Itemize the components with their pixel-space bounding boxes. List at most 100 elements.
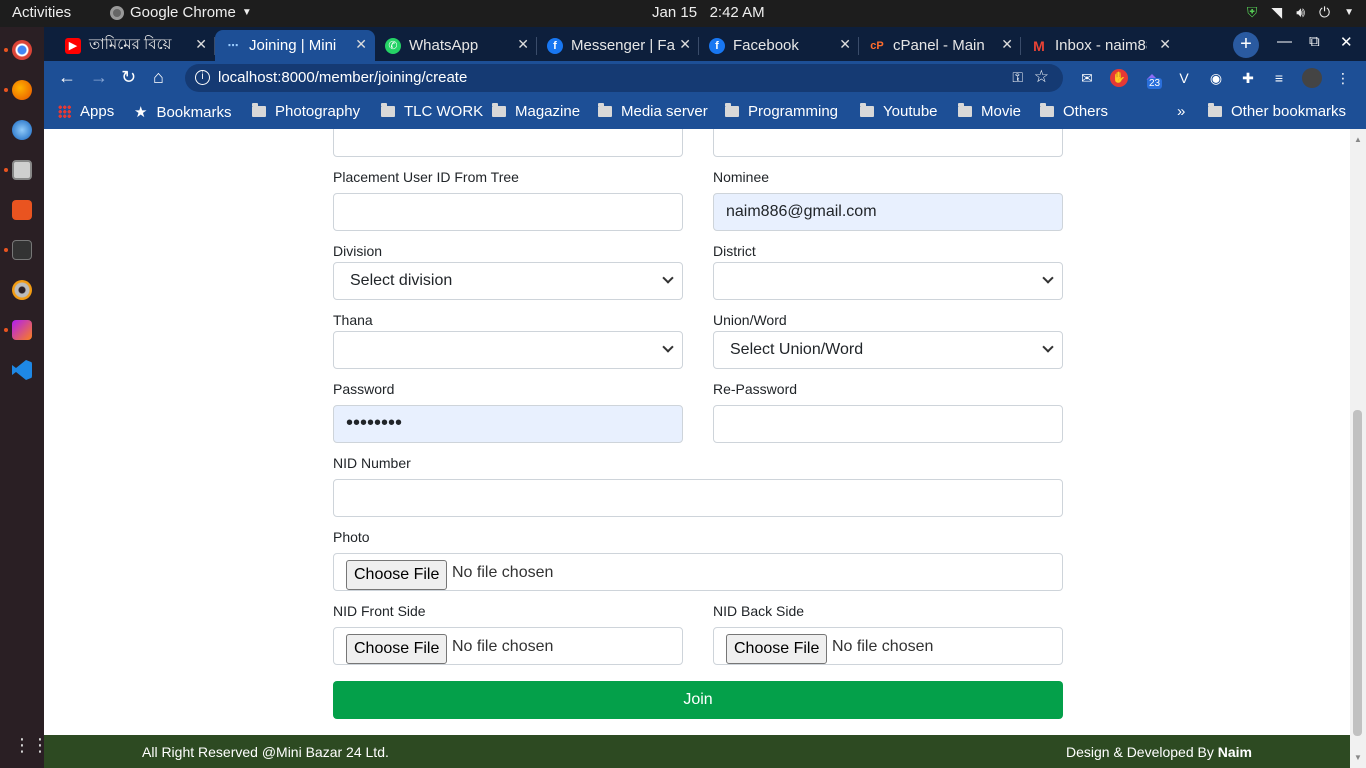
bookmark-bookmarks[interactable]: ★ Bookmarks [134,103,232,122]
running-indicator [4,48,8,52]
choose-file-button[interactable]: Choose File [726,634,828,664]
photo-label: Photo [333,529,370,545]
scrollbar-thumb[interactable] [1353,410,1362,736]
district-field: District [713,243,1063,300]
menu-icon[interactable]: ⋮ [1334,69,1352,87]
software-center-icon[interactable] [12,200,32,220]
minimize-button[interactable]: — [1277,33,1292,50]
key-icon[interactable]: ⚿ [1012,69,1023,86]
circle-extension-icon[interactable]: ◉ [1207,69,1225,87]
bookmark-label: Youtube [883,103,938,120]
bookmark-folder-movie[interactable]: Movie [958,103,1021,120]
tab-joining[interactable]: ⋯ Joining | Mini ✕ [215,30,375,61]
red-extension-icon[interactable]: ✋ [1110,69,1128,87]
photo-file-input[interactable]: Choose File No file chosen [333,553,1063,591]
bookmark-folder-tlc-work[interactable]: TLC WORK [381,103,483,120]
chrome-launcher-icon[interactable] [12,40,32,60]
vivaldi-extension-icon[interactable]: V [1175,69,1193,87]
bookmark-label: Programming [748,103,839,120]
previous-field-right[interactable] [713,129,1063,157]
previous-field-left[interactable] [333,129,683,157]
nid-back-file-input[interactable]: Choose File No file chosen [713,627,1063,665]
info-icon[interactable]: i [195,70,210,85]
playlist-icon[interactable]: ≡ [1270,69,1288,87]
chevron-down-icon: ▼ [1344,7,1354,18]
url-text: localhost:8000/member/joining/create [218,69,468,86]
scroll-up-icon[interactable]: ▲ [1354,135,1362,144]
settings-icon[interactable] [12,280,32,300]
firefox-icon[interactable] [12,80,32,100]
page-scrollbar[interactable]: ▲ ▼ [1350,129,1366,768]
nominee-field: Nominee naim886@gmail.com [713,169,1063,231]
close-icon[interactable]: ✕ [839,36,851,53]
files-icon[interactable] [12,160,32,180]
bookmarks-overflow-button[interactable]: » [1177,103,1185,120]
scroll-down-icon[interactable]: ▼ [1354,753,1362,762]
bookmark-folder-youtube[interactable]: Youtube [860,103,938,120]
division-select[interactable]: Select division [333,262,683,300]
union-select[interactable]: Select Union/Word [713,331,1063,369]
tab-youtube[interactable]: ▶ তামিমের বিয়ে ✕ [55,30,215,61]
close-icon[interactable]: ✕ [355,36,367,53]
bookmark-label: Bookmarks [156,103,232,121]
password-input[interactable]: •••••••• [333,405,683,443]
bookmark-star-icon[interactable]: ☆ [1034,67,1049,87]
avatar[interactable] [1302,68,1322,88]
forward-button[interactable]: → [90,67,108,88]
footer-credit: Design & Developed By Naim [1066,744,1252,760]
home-button[interactable]: ⌂ [153,67,164,88]
photo-field: Photo Choose File No file chosen [333,529,1063,591]
close-icon[interactable]: ✕ [517,36,529,53]
system-tray[interactable]: ⛨ ◥ 🔊︎ ⏻ ▼ [1247,4,1354,21]
repassword-input[interactable] [713,405,1063,443]
tab-cpanel[interactable]: cP cPanel - Main ✕ [859,30,1021,61]
back-button[interactable]: ← [58,67,76,88]
facebook-icon: f [547,37,563,54]
terminal-icon[interactable] [12,240,32,260]
bookmark-folder-programming[interactable]: Programming [725,103,838,120]
bookmark-apps[interactable]: Apps [58,103,114,120]
choose-file-button[interactable]: Choose File [346,634,448,664]
close-icon[interactable]: ✕ [679,36,691,53]
close-icon[interactable]: ✕ [1001,36,1013,53]
placement-input[interactable] [333,193,683,231]
bookmark-folder-photography[interactable]: Photography [252,103,360,120]
mail-extension-icon[interactable]: ✉ [1078,69,1096,87]
power-icon: ⏻ [1319,4,1331,20]
choose-file-button[interactable]: Choose File [346,560,448,590]
clock[interactable]: Jan 15 2:42 AM [652,4,765,21]
tab-gmail[interactable]: M Inbox - naim88 ✕ [1021,30,1179,61]
thunderbird-icon[interactable] [12,120,32,140]
folder-icon [1040,103,1054,117]
maximize-button[interactable]: ⧉ [1309,33,1320,50]
tab-facebook[interactable]: f Facebook ✕ [699,30,859,61]
bookmark-folder-others[interactable]: Others [1040,103,1108,120]
nid-back-label: NID Back Side [713,603,805,619]
browser-toolbar: ← → ↻ ⌂ i localhost:8000/member/joining/… [44,61,1366,95]
new-tab-button[interactable]: + [1233,32,1259,58]
close-icon[interactable]: ✕ [1159,36,1171,53]
reload-button[interactable]: ↻ [121,67,136,88]
chevron-down-icon [662,272,674,284]
tab-whatsapp[interactable]: ✆ WhatsApp ✕ [375,30,537,61]
nid-front-file-input[interactable]: Choose File No file chosen [333,627,683,665]
phpstorm-icon[interactable] [12,320,32,340]
nid-number-input[interactable] [333,479,1063,517]
puzzle-icon[interactable]: ✚ [1239,69,1257,87]
folder-icon [860,103,874,117]
address-bar[interactable]: i localhost:8000/member/joining/create ⚿… [185,64,1063,92]
bookmark-folder-magazine[interactable]: Magazine [492,103,580,120]
district-select[interactable] [713,262,1063,300]
app-menu[interactable]: Google Chrome ▼ [110,4,252,21]
bookmark-folder-other-bookmarks[interactable]: Other bookmarks [1208,103,1346,120]
join-button[interactable]: Join [333,681,1063,719]
thana-select[interactable] [333,331,683,369]
activities-button[interactable]: Activities [12,4,71,21]
vscode-icon[interactable] [12,360,32,380]
youtube-icon: ▶ [65,37,81,54]
close-window-button[interactable]: ✕ [1340,33,1353,51]
nominee-input[interactable]: naim886@gmail.com [713,193,1063,231]
tab-messenger[interactable]: f Messenger | Fa ✕ [537,30,699,61]
close-icon[interactable]: ✕ [195,36,207,53]
bookmark-folder-media-server[interactable]: Media server [598,103,708,120]
